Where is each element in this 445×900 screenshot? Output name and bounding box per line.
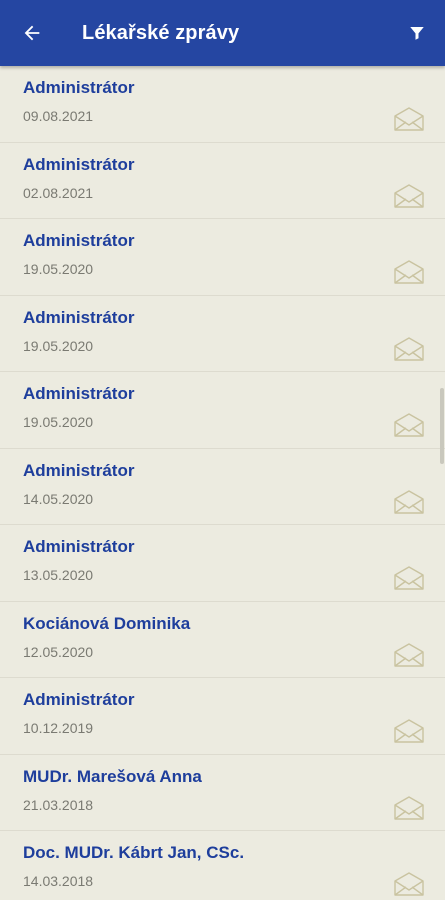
scrollbar-thumb[interactable]: [440, 388, 444, 464]
list-item[interactable]: Administrátor 09.08.2021: [0, 66, 445, 143]
message-date: 19.05.2020: [23, 261, 94, 277]
back-button[interactable]: [16, 17, 48, 49]
open-envelope-icon: [394, 183, 424, 208]
sender-name: Administrátor: [23, 537, 135, 556]
sender-name: Administrátor: [23, 78, 135, 97]
message-date: 09.08.2021: [23, 108, 94, 124]
list-item[interactable]: Administrátor 19.05.2020: [0, 372, 445, 449]
list-item[interactable]: Administrátor 10.12.2019: [0, 678, 445, 755]
list-item[interactable]: Doc. MUDr. Kábrt Jan, CSc. 14.03.2018: [0, 831, 445, 900]
open-envelope-icon: [394, 413, 424, 437]
message-date: 21.03.2018: [23, 796, 94, 813]
sender-name: Administrátor: [23, 154, 135, 174]
sender-name: Doc. MUDr. Kábrt Jan, CSc.: [23, 843, 245, 862]
sender-name: Administrátor: [23, 231, 135, 250]
filter-icon: [410, 27, 424, 40]
list-item[interactable]: Administrátor 14.05.2020: [0, 449, 445, 525]
open-envelope-icon: [394, 336, 424, 361]
list-item[interactable]: MUDr. Marešová Anna 21.03.2018: [0, 755, 445, 831]
message-date: 19.05.2020: [23, 414, 94, 430]
open-envelope-icon: [394, 795, 424, 820]
sender-name: Administrátor: [23, 460, 135, 480]
list-item[interactable]: Administrátor 19.05.2020: [0, 296, 445, 372]
list-item[interactable]: Kociánová Dominika 12.05.2020: [0, 602, 445, 678]
message-date: 10.12.2019: [23, 720, 94, 736]
open-envelope-icon: [394, 107, 424, 131]
open-envelope-icon: [394, 719, 424, 743]
list-item[interactable]: Administrátor 19.05.2020: [0, 219, 445, 296]
sender-name: Administrátor: [23, 690, 135, 709]
message-date: 14.05.2020: [23, 490, 94, 507]
open-envelope-icon: [394, 566, 424, 590]
filter-button[interactable]: [401, 17, 433, 49]
open-envelope-icon: [394, 872, 424, 896]
sender-name: Kociánová Dominika: [23, 613, 191, 633]
sender-name: Administrátor: [23, 307, 135, 327]
message-date: 02.08.2021: [23, 184, 94, 201]
message-date: 14.03.2018: [23, 873, 94, 889]
message-list[interactable]: Administrátor 09.08.2021 Administrátor 0…: [0, 66, 445, 900]
page-title: Lékařské zprávy: [82, 22, 240, 44]
open-envelope-icon: [394, 489, 424, 514]
open-envelope-icon: [394, 260, 424, 284]
message-date: 19.05.2020: [23, 337, 94, 354]
message-date: 13.05.2020: [23, 567, 94, 583]
message-date: 12.05.2020: [23, 643, 94, 660]
list-item[interactable]: Administrátor 02.08.2021: [0, 143, 445, 219]
sender-name: MUDr. Marešová Anna: [23, 766, 202, 786]
open-envelope-icon: [394, 642, 424, 667]
sender-name: Administrátor: [23, 384, 135, 403]
app-bar: Lékařské zprávy: [0, 0, 445, 66]
list-item[interactable]: Administrátor 13.05.2020: [0, 525, 445, 602]
arrow-left-icon: [24, 25, 40, 41]
